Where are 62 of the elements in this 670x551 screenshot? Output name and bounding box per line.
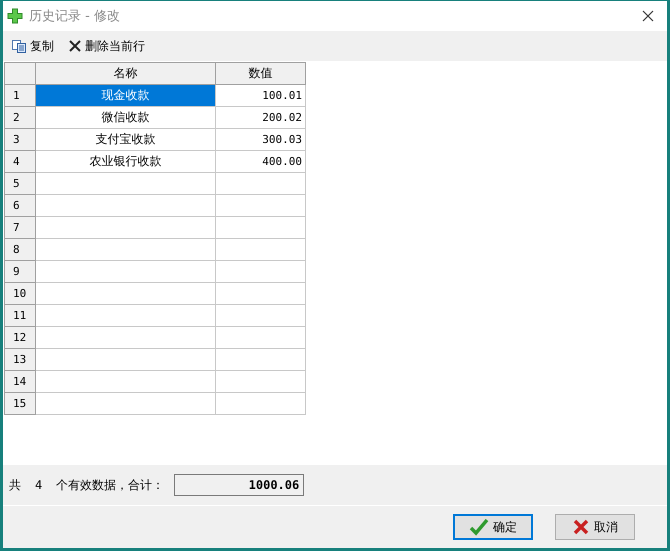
column-header[interactable]: 名称 [36, 63, 216, 85]
total-field: 1000.06 [174, 474, 304, 496]
table-cell[interactable] [216, 305, 306, 327]
cancel-button[interactable]: 取消 [555, 514, 635, 540]
copy-button[interactable]: 复制 [9, 36, 56, 56]
row-number: 13 [5, 349, 36, 371]
corner-header[interactable] [5, 63, 36, 85]
window-title: 历史记录 - 修改 [29, 8, 121, 25]
table-cell[interactable] [36, 217, 216, 239]
row-number: 2 [5, 107, 36, 129]
table-cell[interactable] [36, 283, 216, 305]
row-number: 3 [5, 129, 36, 151]
table-cell[interactable] [36, 371, 216, 393]
row-number: 8 [5, 239, 36, 261]
table-cell[interactable]: 400.00 [216, 151, 306, 173]
table-cell[interactable]: 100.01 [216, 85, 306, 107]
record-count: 4 [34, 478, 44, 492]
table-cell[interactable] [36, 393, 216, 415]
table-cell[interactable] [216, 173, 306, 195]
table-cell[interactable] [36, 327, 216, 349]
table-cell[interactable] [36, 305, 216, 327]
plus-icon [7, 8, 23, 24]
column-header[interactable]: 数值 [216, 63, 306, 85]
row-number: 9 [5, 261, 36, 283]
table-cell[interactable]: 农业银行收款 [36, 151, 216, 173]
checkmark-icon[interactable] [469, 518, 489, 536]
table-cell[interactable] [36, 239, 216, 261]
table-cell[interactable] [36, 261, 216, 283]
delete-row-button[interactable]: 删除当前行 [66, 36, 147, 56]
table-cell[interactable] [216, 239, 306, 261]
table-cell[interactable]: 300.03 [216, 129, 306, 151]
row-number: 5 [5, 173, 36, 195]
row-number: 7 [5, 217, 36, 239]
row-number: 14 [5, 371, 36, 393]
table-cell[interactable]: 支付宝收款 [36, 129, 216, 151]
row-number: 6 [5, 195, 36, 217]
table-cell[interactable] [36, 349, 216, 371]
table-cell[interactable] [216, 261, 306, 283]
table-cell[interactable] [216, 217, 306, 239]
ok-button[interactable]: 确定 [453, 514, 533, 540]
table-cell[interactable] [216, 393, 306, 415]
table-cell[interactable]: 微信收款 [36, 107, 216, 129]
table-cell[interactable] [216, 283, 306, 305]
summary-label: 个有效数据，合计： [56, 476, 164, 494]
table-cell[interactable] [216, 349, 306, 371]
summary-label: 共 [9, 476, 21, 494]
row-number: 10 [5, 283, 36, 305]
row-number: 1 [5, 85, 36, 107]
table-cell[interactable] [216, 195, 306, 217]
copy-icon[interactable] [11, 38, 27, 54]
row-number: 15 [5, 393, 36, 415]
table-cell[interactable] [216, 371, 306, 393]
close-icon[interactable] [68, 39, 82, 53]
close-icon[interactable] [642, 10, 654, 22]
row-number: 12 [5, 327, 36, 349]
table-cell[interactable] [36, 195, 216, 217]
table-cell[interactable] [216, 327, 306, 349]
row-number: 11 [5, 305, 36, 327]
table-cell[interactable]: 200.02 [216, 107, 306, 129]
row-number: 4 [5, 151, 36, 173]
table-cell[interactable] [36, 173, 216, 195]
table-cell[interactable]: 现金收款 [36, 85, 216, 107]
